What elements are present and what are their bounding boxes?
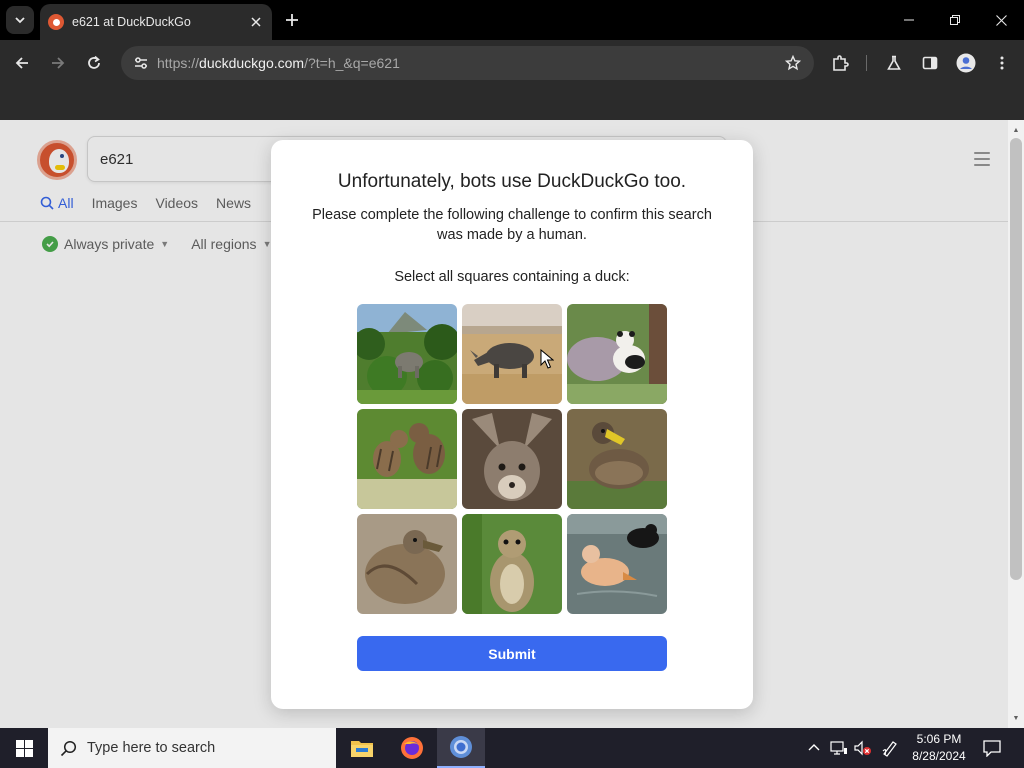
system-clock[interactable]: 5:06 PM 8/28/2024 bbox=[906, 731, 972, 765]
bot-challenge-modal: Unfortunately, bots use DuckDuckGo too. … bbox=[271, 140, 753, 709]
address-bar[interactable]: https://duckduckgo.com/?t=h_&q=e621 bbox=[121, 46, 814, 80]
profile-button[interactable] bbox=[952, 49, 980, 77]
arrow-right-icon bbox=[52, 57, 65, 69]
bookmark-button[interactable] bbox=[782, 52, 804, 74]
labs-button[interactable] bbox=[880, 49, 908, 77]
url-text: https://duckduckgo.com/?t=h_&q=e621 bbox=[157, 55, 400, 71]
reload-icon bbox=[88, 55, 100, 69]
windows-taskbar: Type here to search 5:06 PM 8/28/2024 bbox=[0, 728, 1024, 768]
back-button[interactable] bbox=[8, 49, 36, 77]
scroll-thumb[interactable] bbox=[1010, 138, 1022, 580]
minimize-button[interactable] bbox=[886, 0, 932, 40]
tile-duck[interactable] bbox=[567, 514, 667, 614]
notification-icon bbox=[983, 740, 1001, 757]
tile-elephant[interactable] bbox=[357, 304, 457, 404]
chevron-down-icon bbox=[15, 17, 25, 24]
pen-workspace-icon[interactable] bbox=[880, 738, 900, 758]
mouse-cursor-icon bbox=[540, 349, 554, 369]
restore-button[interactable] bbox=[932, 0, 978, 40]
puzzle-icon bbox=[833, 55, 849, 71]
close-icon bbox=[251, 17, 261, 27]
taskbar-search-placeholder: Type here to search bbox=[87, 740, 216, 756]
flask-icon bbox=[887, 55, 901, 70]
close-window-button[interactable] bbox=[978, 0, 1024, 40]
side-panel-icon bbox=[922, 56, 938, 70]
tile-squirrel[interactable] bbox=[462, 514, 562, 614]
firefox-app[interactable] bbox=[388, 728, 436, 768]
folder-icon bbox=[351, 741, 373, 757]
chrome-app[interactable] bbox=[437, 728, 485, 768]
menu-button[interactable] bbox=[988, 49, 1016, 77]
clock-date: 8/28/2024 bbox=[912, 749, 966, 763]
search-icon bbox=[60, 740, 77, 756]
tune-icon bbox=[135, 57, 147, 69]
side-panel-button[interactable] bbox=[916, 49, 944, 77]
tab-title: e621 at DuckDuckGo bbox=[72, 15, 191, 29]
duckduckgo-favicon-icon bbox=[48, 14, 64, 30]
scroll-up-icon[interactable]: ▲ bbox=[1008, 122, 1024, 138]
new-tab-button[interactable] bbox=[280, 8, 304, 32]
firefox-icon bbox=[401, 737, 423, 759]
reload-button[interactable] bbox=[80, 49, 108, 77]
file-explorer-app[interactable] bbox=[338, 728, 386, 768]
bookmarks-bar bbox=[0, 86, 1024, 120]
modal-title: Unfortunately, bots use DuckDuckGo too. bbox=[337, 171, 687, 192]
browser-toolbar: https://duckduckgo.com/?t=h_&q=e621 bbox=[0, 40, 1024, 86]
star-icon bbox=[785, 55, 801, 71]
avatar-icon bbox=[956, 53, 976, 73]
notification-center-button[interactable] bbox=[980, 736, 1004, 760]
scroll-down-icon[interactable]: ▼ bbox=[1008, 710, 1024, 726]
clock-time: 5:06 PM bbox=[916, 732, 962, 746]
toolbar-separator bbox=[866, 55, 867, 71]
tab-close-button[interactable] bbox=[246, 12, 266, 32]
start-button[interactable] bbox=[0, 728, 48, 768]
image-grid bbox=[357, 304, 667, 614]
plus-icon bbox=[286, 14, 298, 26]
show-hidden-icons-button[interactable] bbox=[804, 738, 824, 758]
site-info-button[interactable] bbox=[129, 51, 153, 75]
restore-icon bbox=[950, 15, 960, 25]
tab-strip: e621 at DuckDuckGo bbox=[0, 0, 1024, 40]
taskbar-search-box[interactable]: Type here to search bbox=[48, 728, 336, 768]
tile-duck[interactable] bbox=[567, 409, 667, 509]
forward-button[interactable] bbox=[44, 49, 72, 77]
submit-button[interactable]: Submit bbox=[357, 636, 667, 671]
volume-muted-icon[interactable] bbox=[853, 738, 873, 758]
chevron-up-icon bbox=[808, 744, 820, 751]
chrome-icon bbox=[450, 736, 472, 758]
minimize-icon bbox=[904, 19, 914, 21]
network-icon[interactable] bbox=[829, 738, 849, 758]
tile-cats[interactable] bbox=[357, 409, 457, 509]
tile-duck[interactable] bbox=[357, 514, 457, 614]
modal-subtitle: Please complete the following challenge … bbox=[312, 207, 712, 243]
tab-search-button[interactable] bbox=[6, 6, 34, 34]
browser-tab[interactable]: e621 at DuckDuckGo bbox=[40, 4, 272, 40]
extensions-button[interactable] bbox=[826, 49, 854, 77]
more-vert-icon bbox=[1000, 56, 1004, 70]
close-icon bbox=[995, 14, 1007, 26]
arrow-left-icon bbox=[15, 57, 28, 69]
tile-fox[interactable] bbox=[462, 409, 562, 509]
challenge-prompt: Select all squares containing a duck: bbox=[394, 269, 630, 285]
tile-panda[interactable] bbox=[567, 304, 667, 404]
windows-logo-icon bbox=[15, 739, 33, 757]
